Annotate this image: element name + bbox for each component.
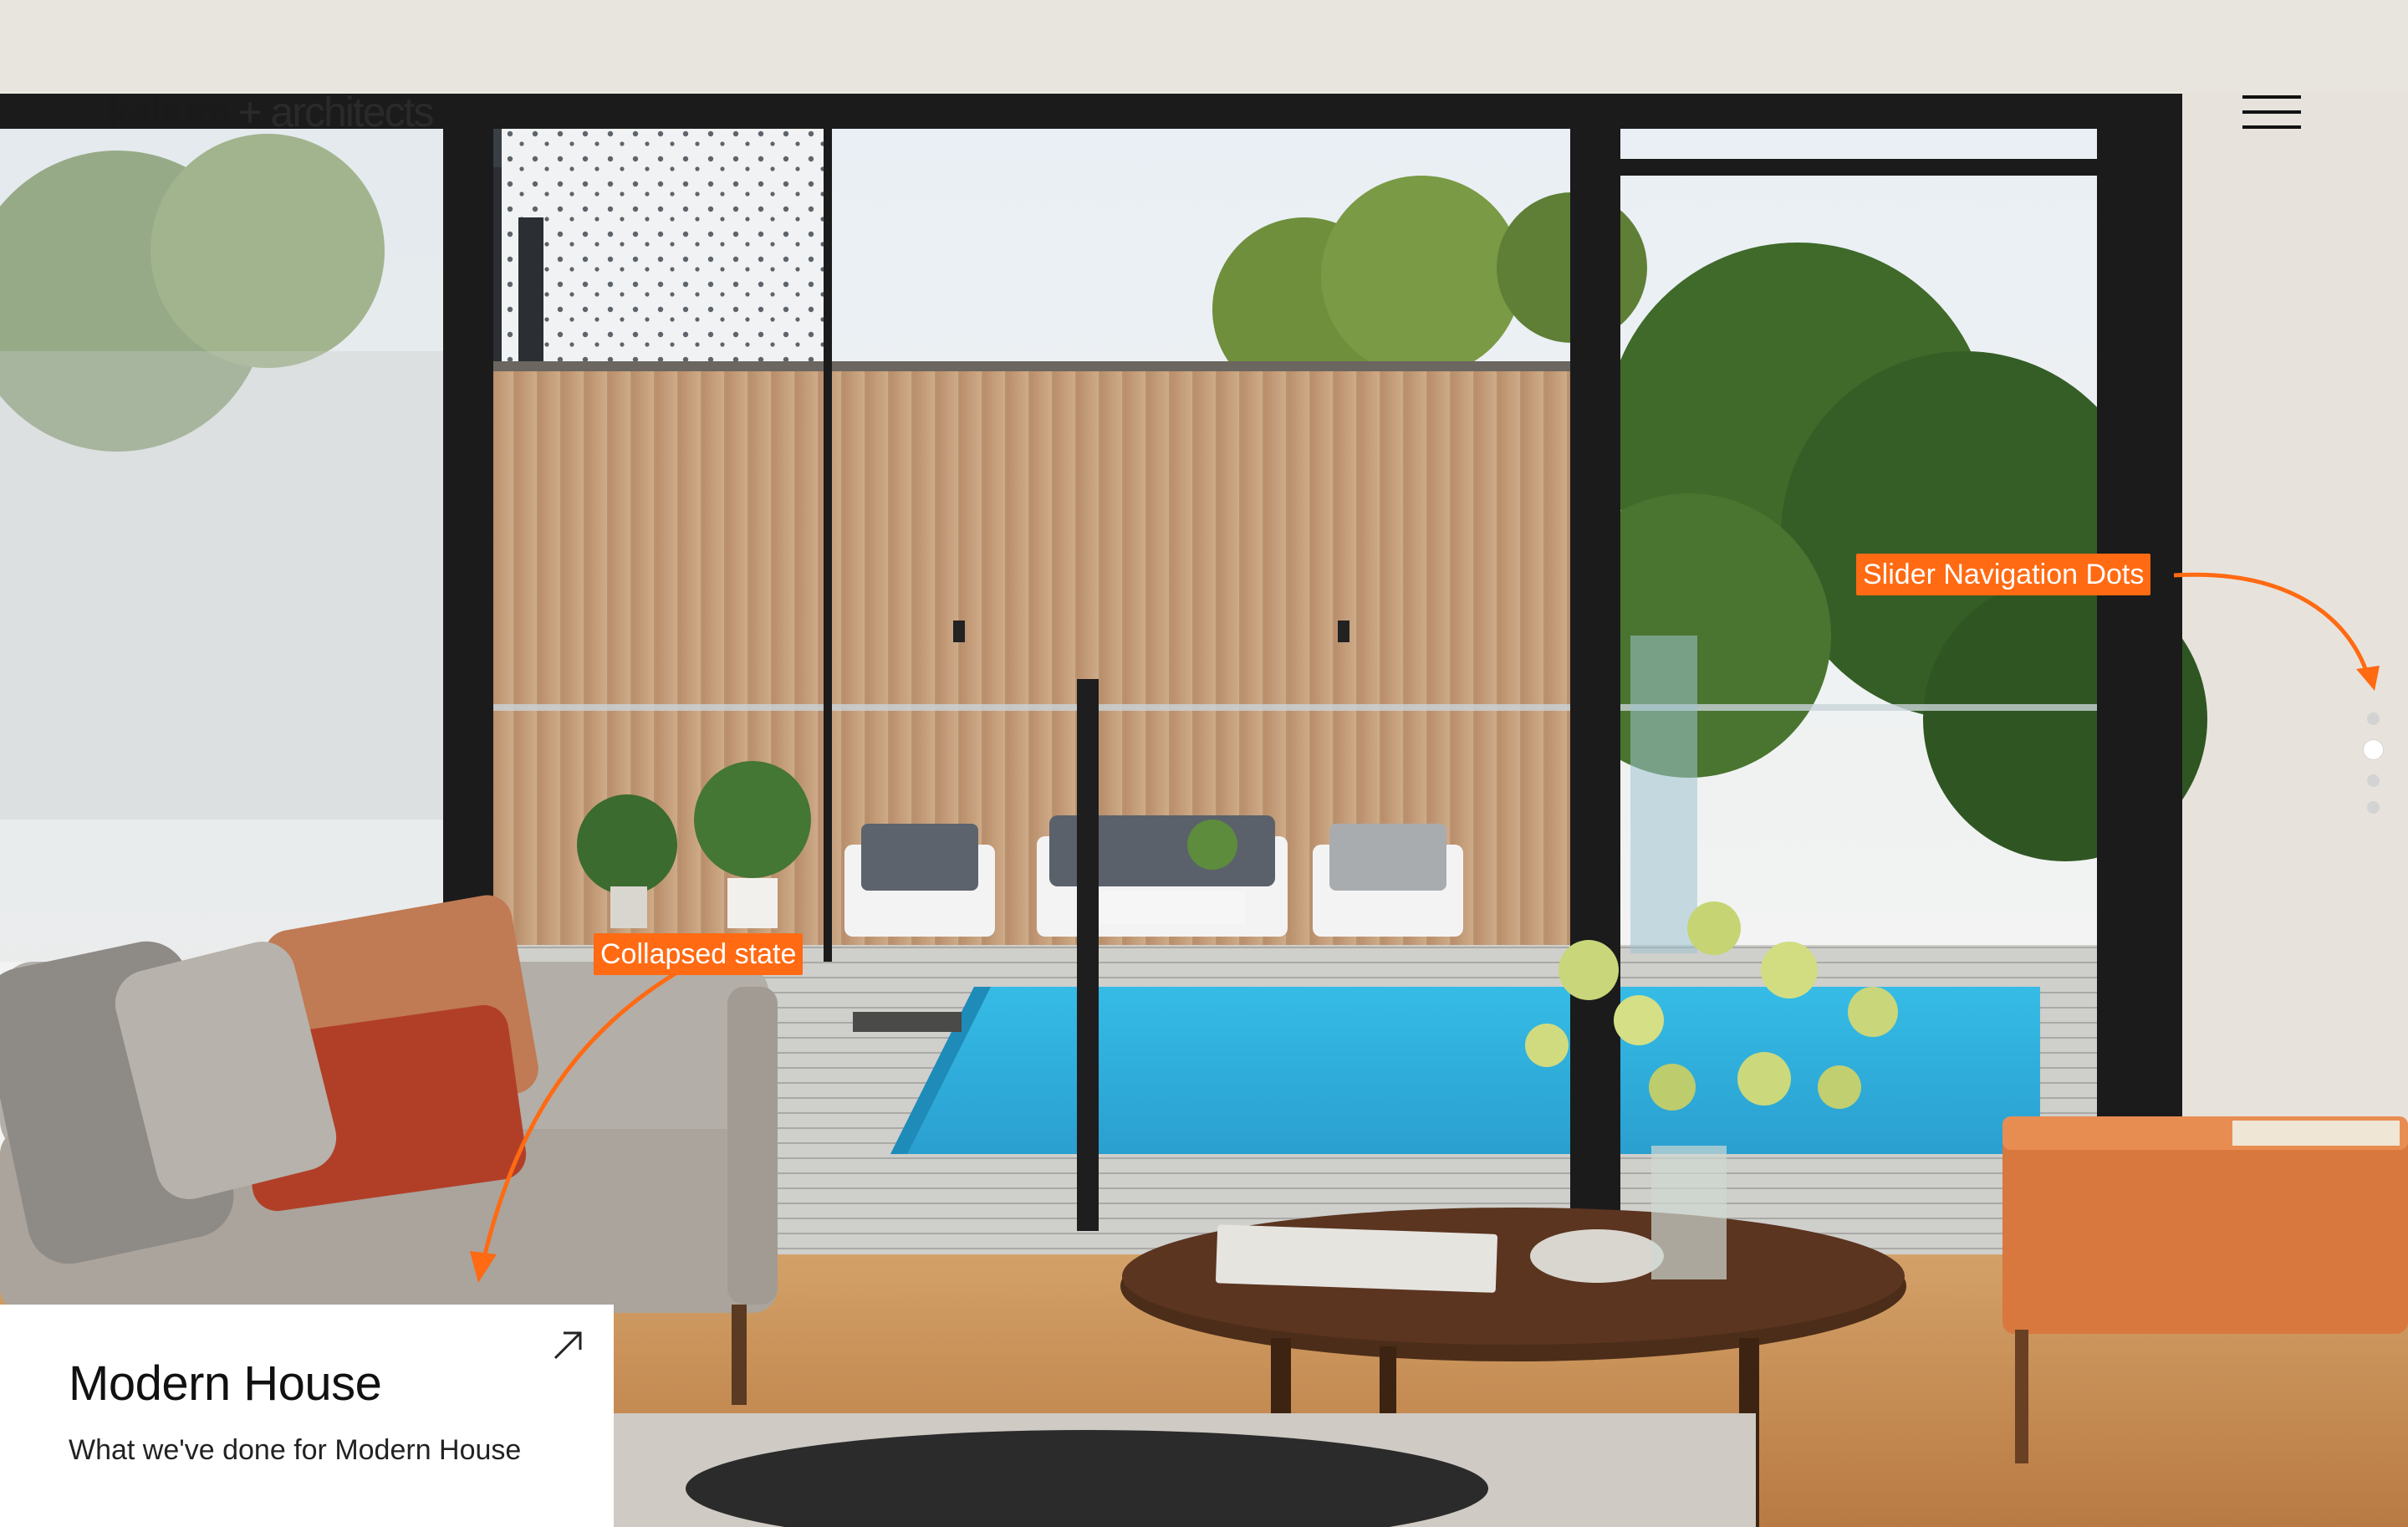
annotation-collapsed-state: Collapsed state xyxy=(594,933,804,975)
hero-slide-image xyxy=(0,0,2408,1527)
project-subtitle: What we've done for Modern House xyxy=(69,1434,522,1466)
site-logo[interactable]: kalium + architects xyxy=(107,87,434,137)
slider-navigation-dots xyxy=(2361,712,2385,818)
slider-dot-3[interactable] xyxy=(2367,774,2380,787)
project-title: Modern House xyxy=(69,1356,382,1411)
arrow-up-right-icon[interactable] xyxy=(552,1328,585,1361)
project-info-card[interactable] xyxy=(0,1305,614,1527)
annotation-slider-dots: Slider Navigation Dots xyxy=(1856,554,2151,595)
slider-dot-1[interactable] xyxy=(2367,712,2380,725)
slider-dot-2-active[interactable] xyxy=(2364,740,2383,759)
hamburger-icon xyxy=(2242,95,2301,99)
hamburger-menu-button[interactable] xyxy=(2242,95,2301,129)
slider-dot-4[interactable] xyxy=(2367,801,2380,814)
logo-wordmark-bold: kalium xyxy=(107,89,231,135)
logo-wordmark-rest: + architects xyxy=(237,89,434,135)
